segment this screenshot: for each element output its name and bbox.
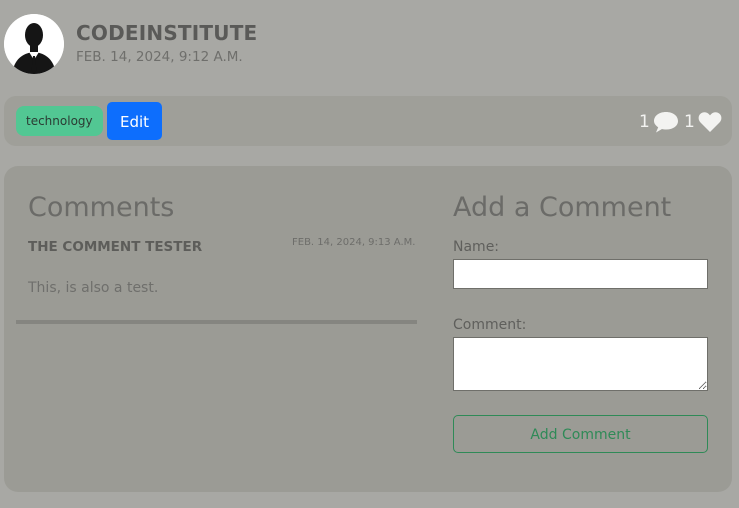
author-info: CODEINSTITUTE FEB. 14, 2024, 9:12 A.M. [76, 21, 257, 65]
speech-bubble-icon [653, 112, 678, 133]
avatar [4, 14, 64, 74]
add-comment-heading: Add a Comment [453, 192, 672, 223]
comment-date: FEB. 14, 2024, 9:13 A.M. [292, 237, 416, 248]
name-label: Name: [453, 239, 500, 255]
add-comment-button[interactable]: Add Comment [453, 415, 708, 453]
post-date: FEB. 14, 2024, 9:12 A.M. [76, 49, 243, 65]
comment-count-value: 1 [639, 112, 650, 132]
name-field[interactable] [453, 259, 708, 289]
like-count-value: 1 [684, 112, 695, 132]
post-meta-bar: technology Edit 1 1 [4, 96, 732, 146]
comment-textarea[interactable] [453, 337, 708, 391]
user-silhouette-icon [4, 14, 64, 74]
category-tag[interactable]: technology [16, 106, 103, 136]
heart-icon[interactable] [697, 110, 723, 134]
edit-button[interactable]: Edit [107, 102, 162, 140]
like-count[interactable]: 1 [684, 110, 723, 134]
comment-body: This, is also a test. [28, 280, 159, 296]
comment-divider [16, 320, 417, 324]
author-name: CODEINSTITUTE [76, 21, 258, 45]
comment-count: 1 [639, 110, 680, 134]
comment-label: Comment: [453, 317, 527, 333]
post-author-header: CODEINSTITUTE FEB. 14, 2024, 9:12 A.M. [4, 14, 257, 74]
comments-heading: Comments [28, 192, 175, 223]
comment-author: THE COMMENT TESTER [28, 239, 203, 255]
comments-panel: Comments THE COMMENT TESTER FEB. 14, 202… [4, 166, 732, 492]
